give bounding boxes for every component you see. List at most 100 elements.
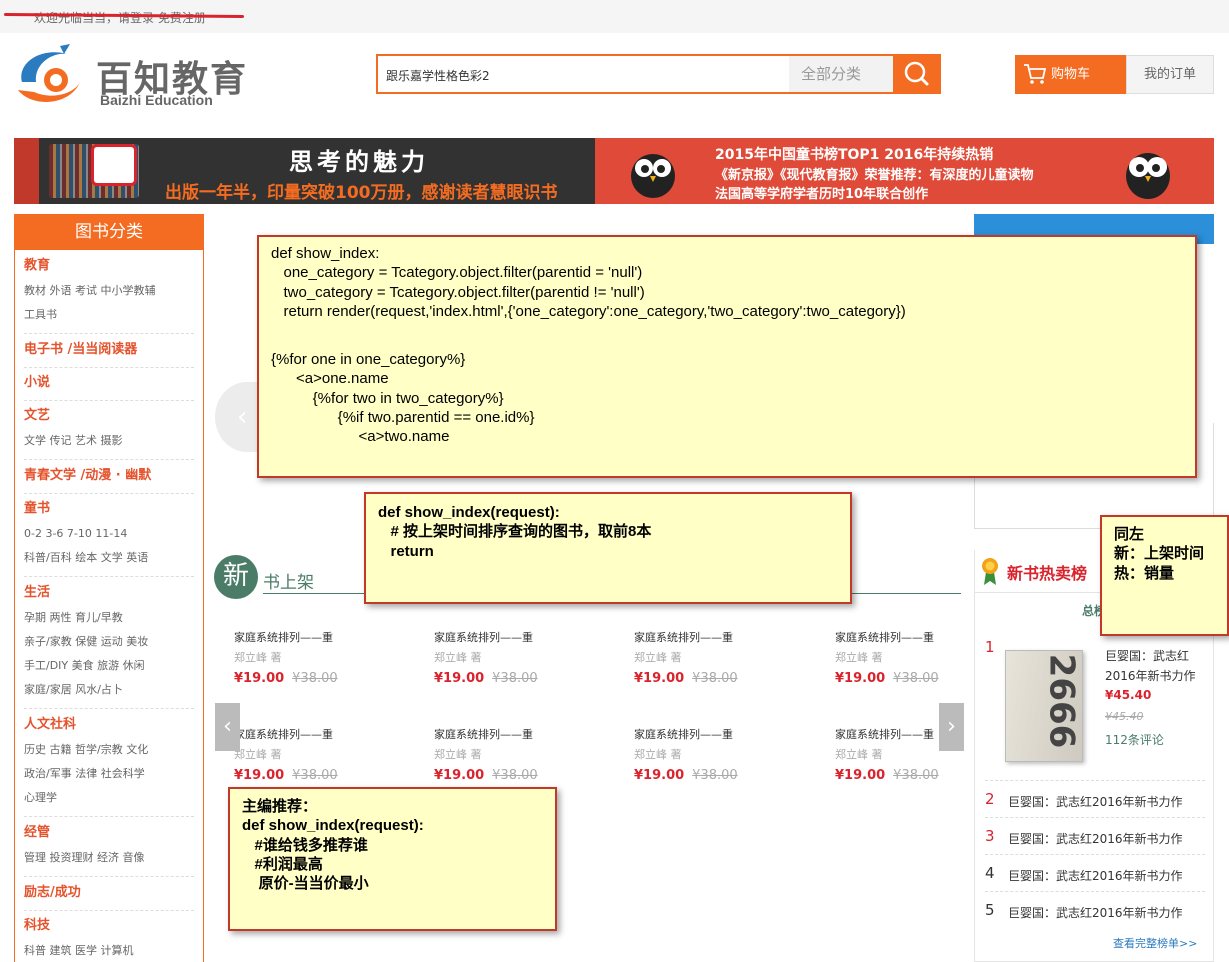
divider [24, 708, 194, 709]
note-line: {%for two in two_category%} [271, 389, 504, 407]
current-price: ¥19.00 [434, 671, 485, 686]
category-subitems[interactable]: 教材 外语 考试 中小学教辅 [24, 279, 194, 303]
ranking-item-title[interactable]: 巨婴国：武志红2016年新书力作 [1008, 830, 1183, 847]
search-category-select[interactable]: 全部分类 [789, 56, 893, 92]
category-subitems[interactable]: 心理学 [24, 786, 194, 810]
category-subitems[interactable]: 孕期 两性 育儿/早教 [24, 606, 194, 630]
owl-icon [631, 154, 675, 198]
cart-button[interactable]: 购物车 [1015, 55, 1126, 94]
book-card[interactable]: 家庭系统排列——重 郑立峰 著 ¥19.00 ¥38.00 [434, 630, 564, 686]
welcome-text[interactable]: 欢迎光临当当，请登录 免费注册 [34, 9, 206, 26]
note-line: #利润最高 [242, 855, 323, 873]
category-ebooks: 电子书 /当当阅读器 [24, 341, 194, 359]
original-price: ¥38.00 [292, 768, 338, 783]
book-title[interactable]: 家庭系统排列——重 [634, 727, 764, 743]
book-title[interactable]: 家庭系统排列——重 [234, 630, 364, 646]
category-title[interactable]: 童书 [24, 500, 194, 518]
ranking-top-title[interactable]: 巨婴国：武志红2016年新书力作 [1105, 646, 1209, 686]
banner-right-panel: 2015年中国童书榜TOP1 2016年持续热销 《新京报》《现代教育报》荣誉推… [595, 138, 1214, 204]
category-title[interactable]: 电子书 /当当阅读器 [24, 341, 194, 359]
ranking-item-title[interactable]: 巨婴国：武志红2016年新书力作 [1008, 867, 1183, 884]
category-title[interactable]: 经管 [24, 824, 194, 842]
original-price: ¥38.00 [292, 671, 338, 686]
banner-left-title: 思考的魅力 [289, 148, 429, 176]
banner-edge [14, 138, 39, 204]
note-line: <a>one.name [271, 370, 389, 388]
ranking-item-title[interactable]: 巨婴国：武志红2016年新书力作 [1008, 904, 1183, 921]
category-subitems[interactable]: 科普/百科 绘本 文学 英语 [24, 546, 194, 570]
search-input[interactable]: 跟乐嘉学性格色彩2 [386, 67, 490, 84]
rank-number: 3 [985, 827, 995, 845]
category-tech: 科技 科普 建筑 医学 计算机 [24, 917, 194, 962]
category-title[interactable]: 科技 [24, 917, 194, 935]
book-card[interactable]: 家庭系统排列——重 郑立峰 著 ¥19.00 ¥38.00 [234, 630, 364, 686]
book-price: ¥19.00 ¥38.00 [234, 670, 364, 686]
book-card[interactable]: 家庭系统排列——重 郑立峰 著 ¥19.00 ¥38.00 [835, 630, 965, 686]
new-books-prev-button[interactable]: ‹ [215, 703, 240, 751]
book-card[interactable]: 家庭系统排列——重 郑立峰 著 ¥19.00 ¥38.00 [234, 727, 364, 783]
ranking-item-title[interactable]: 巨婴国：武志红2016年新书力作 [1008, 793, 1183, 810]
new-books-badge: 新 [214, 555, 258, 599]
category-subitems[interactable]: 0-2 3-6 7-10 11-14 [24, 522, 194, 546]
book-price: ¥19.00 ¥38.00 [835, 767, 965, 783]
ranking-item[interactable]: 3 巨婴国：武志红2016年新书力作 [985, 817, 1205, 854]
category-subitems[interactable]: 政治/军事 法律 社会科学 [24, 762, 194, 786]
note-line: # 按上架时间排序查询的图书，取前8本 [378, 523, 652, 541]
book-author: 郑立峰 著 [434, 748, 482, 761]
category-title[interactable]: 小说 [24, 374, 194, 392]
category-title[interactable]: 文艺 [24, 407, 194, 425]
category-title[interactable]: 青春文学 /动漫 · 幽默 [24, 467, 194, 485]
ranking-title: 新书热卖榜 [1007, 564, 1088, 583]
category-subitems[interactable]: 工具书 [24, 303, 194, 327]
category-subitems[interactable]: 家庭/家居 风水/占卜 [24, 678, 194, 702]
speech-bubble-graphic [91, 144, 137, 186]
note-line: def show_index(request): [242, 817, 424, 835]
my-orders-button[interactable]: 我的订单 [1126, 55, 1214, 94]
book-price: ¥19.00 ¥38.00 [234, 767, 364, 783]
chevron-right-icon: › [947, 714, 956, 739]
book-author: 郑立峰 著 [634, 748, 682, 761]
category-subitems[interactable]: 手工/DIY 美食 旅游 休闲 [24, 654, 194, 678]
book-title[interactable]: 家庭系统排列——重 [434, 727, 564, 743]
book-card[interactable]: 家庭系统排列——重 郑立峰 著 ¥19.00 ¥38.00 [634, 727, 764, 783]
ranking-item[interactable]: 5 巨婴国：武志红2016年新书力作 [985, 891, 1205, 928]
category-subitems[interactable]: 亲子/家教 保健 运动 美妆 [24, 630, 194, 654]
category-subitems[interactable]: 科普 建筑 医学 计算机 [24, 939, 194, 962]
book-author: 郑立峰 著 [634, 651, 682, 664]
category-title[interactable]: 励志/成功 [24, 884, 194, 902]
book-title[interactable]: 家庭系统排列——重 [835, 630, 965, 646]
current-price: ¥19.00 [634, 768, 685, 783]
category-title[interactable]: 教育 [24, 257, 194, 275]
category-title[interactable]: 人文社科 [24, 716, 194, 734]
original-price: ¥38.00 [893, 671, 939, 686]
note-line: <a>two.name [271, 428, 450, 446]
code-note: 主编推荐： def show_index(request): #谁给钱多推荐谁 … [228, 787, 557, 931]
book-card[interactable]: 家庭系统排列——重 郑立峰 著 ¥19.00 ¥38.00 [634, 630, 764, 686]
rank-number: 2 [985, 790, 995, 808]
book-title[interactable]: 家庭系统排列——重 [234, 727, 364, 743]
book-title[interactable]: 家庭系统排列——重 [434, 630, 564, 646]
category-subitems[interactable]: 管理 投资理财 经济 音像 [24, 846, 194, 870]
book-cover-image[interactable]: 2666 [1005, 650, 1083, 762]
site-logo[interactable]: 百知教育 Baizhi Education [12, 42, 252, 112]
code-note: 同左 新：上架时间 热：销量 [1100, 515, 1229, 636]
ranking-item[interactable]: 4 巨婴国：武志红2016年新书力作 [985, 854, 1205, 891]
search-button[interactable] [893, 56, 941, 92]
review-count[interactable]: 112条评论 [1105, 731, 1164, 748]
cart-label: 购物车 [1051, 67, 1091, 82]
divider [24, 576, 194, 577]
new-books-next-button[interactable]: › [939, 703, 964, 751]
promo-banner[interactable]: 思考的魅力 出版一年半，印量突破100万册，感谢读者慧眼识书 2015年中国童书… [14, 138, 1214, 204]
current-price: ¥19.00 [234, 671, 285, 686]
book-title[interactable]: 家庭系统排列——重 [634, 630, 764, 646]
note-line: def show_index(request): [378, 504, 560, 521]
ranking-item[interactable]: 2 巨婴国：武志红2016年新书力作 [985, 780, 1205, 817]
search-icon [904, 61, 929, 86]
category-subitems[interactable]: 历史 古籍 哲学/宗教 文化 [24, 738, 194, 762]
book-card[interactable]: 家庭系统排列——重 郑立峰 著 ¥19.00 ¥38.00 [434, 727, 564, 783]
category-subitems[interactable]: 文学 传记 艺术 摄影 [24, 429, 194, 453]
category-youth: 青春文学 /动漫 · 幽默 [24, 467, 194, 485]
category-title[interactable]: 生活 [24, 584, 194, 602]
view-full-ranking-link[interactable]: 查看完整榜单>> [1113, 935, 1197, 951]
new-books-title: 书上架 [263, 573, 314, 593]
